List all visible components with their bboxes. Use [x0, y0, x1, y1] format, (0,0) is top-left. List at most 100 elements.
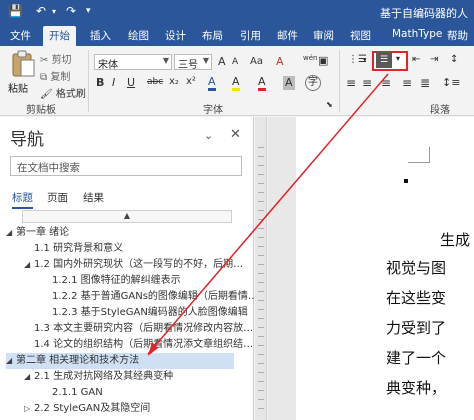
nav-heading-text: 2.1.1 GAN [52, 387, 103, 398]
nav-heading-item-selected[interactable]: ◢ 第二章 相关理论和技术方法 [6, 353, 234, 369]
nav-heading-text: 1.2.2 基于普通GANs的图像编辑（后期看情… [52, 291, 258, 302]
collapse-triangle-icon: ◢ [24, 372, 31, 381]
document-text-line: 力受到了 [386, 319, 447, 337]
tab-help[interactable]: 帮助 [447, 28, 468, 43]
nav-heading-item[interactable]: 1.2.1 图像特征的解纠缠表示 [42, 273, 181, 289]
document-title: 基于自编码器的人 [380, 7, 468, 20]
collapse-triangle-icon: ◢ [6, 356, 13, 365]
font-name-select[interactable]: 宋体 ▼ [94, 54, 172, 71]
nav-heading-item[interactable]: 1.4 论文的组织结构（后期看情况添文章组织结… [24, 337, 253, 353]
shrink-font-button[interactable]: A [232, 57, 238, 67]
chevron-down-icon[interactable]: ▾ [363, 56, 367, 64]
char-shading-button[interactable]: A [283, 76, 295, 90]
cut-label: 剪切 [51, 55, 72, 66]
change-case-button[interactable]: Aa [250, 56, 263, 67]
tab-home[interactable]: 开始 [43, 26, 76, 46]
tab-design[interactable]: 设计 [165, 28, 186, 43]
close-icon[interactable]: ✕ [230, 127, 241, 142]
subscript-button[interactable]: x₂ [169, 76, 179, 87]
tab-file[interactable]: 文件 [10, 28, 31, 43]
copy-button[interactable]: ⧉ 复制 [40, 68, 70, 83]
nav-heading-item[interactable]: 2.1.1 GAN [42, 385, 103, 401]
increase-indent-button[interactable]: ⇥ [430, 54, 438, 65]
tab-mathtype[interactable]: MathType [392, 28, 442, 40]
underline-button[interactable]: U [127, 76, 135, 89]
document-text-line: 视觉与图 [386, 259, 447, 277]
grow-font-button[interactable]: A [218, 55, 226, 68]
format-painter-button[interactable]: 🖌 格式刷 [40, 85, 86, 100]
document-page[interactable]: 生成 视觉与图 在这些变 力受到了 建了一个 典变种， [296, 117, 474, 420]
customize-icon[interactable]: ▾ [86, 6, 91, 16]
collapse-triangle-icon: ◢ [24, 260, 31, 269]
ruler-ticks [258, 147, 264, 417]
bold-button[interactable]: B [96, 76, 104, 89]
nav-heading-text: 第二章 相关理论和技术方法 [16, 355, 140, 366]
enclose-char-button[interactable]: 字 [305, 75, 321, 91]
font-size-select[interactable]: 三号 ▼ [174, 54, 212, 71]
paragraph-group-label: 段落 [430, 105, 450, 116]
tab-layout[interactable]: 布局 [202, 28, 223, 43]
clear-format-button[interactable]: A [276, 55, 284, 68]
tab-draw[interactable]: 绘图 [128, 28, 149, 43]
undo-icon[interactable]: ↶ [36, 4, 46, 18]
font-color-button[interactable]: A [258, 76, 266, 91]
nav-heading-item[interactable]: 1.2.2 基于普通GANs的图像编辑（后期看情… [42, 289, 258, 305]
nav-heading-text: 2.1 生成对抗网络及其经典变种 [34, 371, 174, 382]
chevron-down-icon[interactable]: ▾ [52, 7, 56, 16]
nav-search-input[interactable]: 在文档中搜索 [10, 156, 242, 176]
dialog-launcher-icon[interactable]: ⬊ [326, 100, 333, 109]
tab-mailings[interactable]: 邮件 [277, 28, 298, 43]
nav-heading-item[interactable]: ◢ 2.1 生成对抗网络及其经典变种 [24, 369, 173, 385]
tab-review[interactable]: 审阅 [313, 28, 334, 43]
font-group-label: 字体 [203, 105, 223, 116]
cut-button[interactable]: ✂ 剪切 [40, 51, 72, 66]
tab-view[interactable]: 视图 [350, 28, 371, 43]
nav-heading-item[interactable]: ▷ 2.2 StyleGAN及其隐空间 [24, 401, 150, 417]
sort-button[interactable]: ↕ [450, 54, 458, 65]
align-center-button[interactable]: ≡ [362, 76, 372, 90]
nav-heading-item[interactable]: ◢ 1.2 国内外研究现状（这一段写的不好，后期… [24, 257, 243, 273]
nav-heading-item[interactable]: 1.2.3 基于StyleGAN编码器的人脸图像编辑 [42, 305, 248, 321]
justify-button[interactable]: ≡ [402, 76, 412, 90]
copy-label: 复制 [50, 72, 71, 83]
align-right-button[interactable]: ≡ [381, 76, 391, 90]
redo-icon[interactable]: ↷ [66, 4, 76, 18]
document-text-line: 建了一个 [386, 349, 447, 367]
tab-pages[interactable]: 页面 [47, 190, 68, 205]
scroll-up-icon: ▲ [123, 211, 131, 220]
divider [88, 50, 89, 112]
align-left-button[interactable]: ≡ [346, 76, 356, 90]
save-icon[interactable]: 💾 [8, 4, 23, 18]
margin-corner-mark [408, 147, 430, 163]
nav-heading-item[interactable]: ◢ 第一章 绪论 [6, 225, 69, 241]
tab-results[interactable]: 结果 [83, 190, 104, 205]
collapse-triangle-icon: ◢ [6, 228, 13, 237]
clipboard-icon [12, 50, 35, 77]
highlight-button[interactable]: A [232, 76, 240, 91]
tab-headings[interactable]: 标题 [12, 190, 33, 209]
nav-heading-text: 第一章 绪论 [16, 227, 70, 238]
distributed-button[interactable]: ≣ [420, 76, 430, 90]
nav-title: 导航 [10, 130, 44, 150]
search-placeholder: 在文档中搜索 [17, 162, 80, 174]
clipboard-group-label: 剪贴板 [26, 105, 56, 116]
line-spacing-button[interactable]: ↕≡ [442, 76, 460, 89]
italic-button[interactable]: I [112, 76, 115, 89]
paste-button[interactable]: 粘贴 [6, 50, 40, 98]
nav-heading-text: 2.2 StyleGAN及其隐空间 [34, 403, 151, 414]
strikethrough-button[interactable]: abc [147, 77, 163, 87]
char-border-icon[interactable]: ▣ [318, 54, 328, 67]
scroll-up-button[interactable]: ▲ [22, 210, 232, 223]
tab-references[interactable]: 引用 [240, 28, 261, 43]
chevron-down-icon[interactable]: ⌄ [204, 129, 213, 142]
nav-heading-item[interactable]: 1.3 本文主要研究内容（后期看情况修改内容放… [24, 321, 253, 337]
nav-heading-item[interactable]: 1.1 研究背景和意义 [24, 241, 123, 257]
vertical-ruler [255, 117, 267, 420]
superscript-button[interactable]: x² [186, 76, 196, 87]
font-name-value: 宋体 [98, 60, 118, 71]
decrease-indent-button[interactable]: ⇤ [412, 54, 420, 65]
phonetic-guide-button[interactable]: wén [303, 54, 317, 62]
text-effects-button[interactable]: A [208, 76, 216, 91]
tab-insert[interactable]: 插入 [90, 28, 111, 43]
multilevel-list-button[interactable]: ☰ ▾ [372, 51, 408, 71]
